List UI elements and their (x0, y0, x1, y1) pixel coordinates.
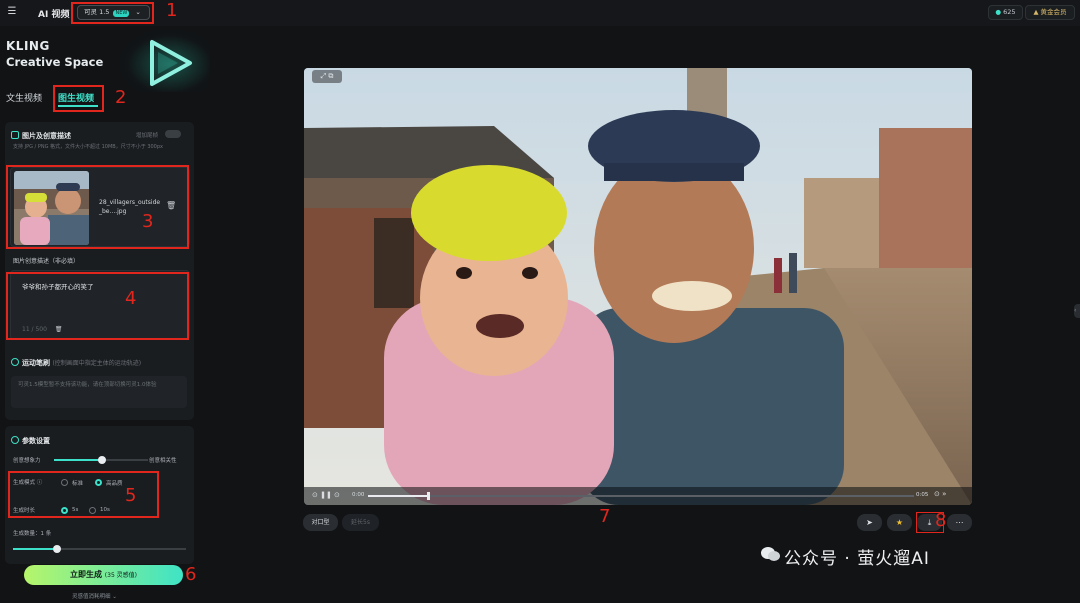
generate-label: 立即生成 (69, 570, 102, 579)
image-card: 图片及创意描述 增加尾帧 支持 JPG / PNG 格式，文件大小不超过 10M… (5, 122, 194, 370)
motion-disabled-note: 可灵1.5模型暂不支持该功能，请在顶部切换可灵1.0体验 (11, 376, 187, 408)
annotation-number-5: 5 (125, 485, 137, 506)
app-title: AI 视频 (38, 10, 70, 20)
brand-line-2: Creative Space (6, 55, 104, 69)
pause-icon[interactable]: ⊙ ❚❚ ⊙ (312, 491, 340, 499)
brand-line-1: KLING (6, 39, 50, 53)
share-icon[interactable]: ➤ (857, 514, 882, 531)
annotation-number-7: 7 (599, 506, 611, 527)
menu-icon[interactable]: ☰ (6, 6, 18, 18)
motion-title-text: 运动笔刷 (22, 359, 50, 367)
fullscreen-icon[interactable]: ⤢ ⧉ (312, 70, 342, 83)
star-icon[interactable]: ★ (887, 514, 912, 531)
annotation-number-3: 3 (142, 211, 154, 232)
annotation-number-6: 6 (185, 564, 197, 585)
top-bar (0, 0, 1080, 26)
lip-sync-button[interactable]: 对口型 (303, 514, 338, 531)
creativity-slider-handle[interactable] (98, 456, 106, 464)
end-frame-toggle[interactable] (165, 130, 181, 138)
image-icon (11, 131, 19, 139)
end-frame-label: 增加尾帧 (136, 133, 159, 139)
count-slider-handle[interactable] (53, 545, 61, 553)
annotation-box-2 (53, 85, 104, 112)
more-icon[interactable]: ⋯ (947, 514, 972, 531)
params-title: 参数设置 (22, 437, 50, 445)
count-slider[interactable] (13, 548, 186, 550)
player-controls: ⊙ ❚❚ ⊙ 0:00 0:05 ⊙ » (304, 487, 972, 505)
generate-button[interactable]: 立即生成 (35 灵感值) (24, 565, 183, 585)
time-total: 0:05 (916, 492, 929, 498)
progress-fill (368, 495, 429, 497)
settings-icon (11, 436, 19, 444)
member-badge[interactable]: ▲ 黄金会员 (1025, 5, 1075, 20)
annotation-box-3 (6, 165, 189, 249)
credits-badge[interactable]: ● 625 (988, 5, 1023, 20)
progress-track[interactable] (368, 495, 914, 497)
volume-icon[interactable]: ⊙ » (934, 490, 946, 498)
member-label: 黄金会员 (1040, 8, 1067, 16)
progress-handle[interactable] (427, 492, 431, 500)
extend-button[interactable]: 延长5s (342, 514, 379, 531)
relevance-label: 创意相关性 (149, 458, 177, 464)
video-frame-image (304, 68, 972, 505)
generate-cost: (35 灵感值) (104, 572, 138, 579)
settings-panel: 图片及创意描述 增加尾帧 支持 JPG / PNG 格式，文件大小不超过 10M… (5, 120, 195, 603)
crown-icon: ▲ (1033, 8, 1039, 16)
cost-detail-link[interactable]: 灵感值消耗明细 ⌄ (72, 592, 117, 600)
image-card-title: 图片及创意描述 (22, 132, 71, 140)
cost-link-text: 灵感值消耗明细 (72, 594, 111, 600)
watermark-label: 公众号 · 萤火遛AI (784, 549, 930, 569)
motion-brush-card: 运动笔刷 (控制画面中指定主体的运动轨迹) 可灵1.5模型暂不支持该功能，请在顶… (5, 346, 194, 420)
annotation-box-4 (6, 272, 189, 340)
kling-logo-icon (150, 40, 192, 86)
generate-cost-value: 35 灵感值 (107, 572, 135, 579)
creativity-label: 创意想象力 (13, 458, 41, 464)
drop-icon: ● (995, 8, 1002, 16)
annotation-number-4: 4 (125, 288, 137, 309)
description-label: 图片创意描述（非必填） (13, 258, 80, 265)
watermark-text: 公众号 · 萤火遛AI (784, 544, 930, 569)
count-label: 生成数量：1 条 (13, 531, 52, 537)
upload-hint: 支持 JPG / PNG 格式，文件大小不超过 10MB，尺寸不小于 300px (13, 144, 163, 150)
video-preview[interactable] (304, 68, 972, 505)
motion-brush-icon (11, 358, 19, 366)
annotation-box-1 (71, 2, 154, 24)
annotation-number-8: 8 (935, 510, 947, 531)
credits-value: 625 (1003, 8, 1016, 16)
side-collapse-handle[interactable]: ‹ (1074, 304, 1080, 318)
params-card: 参数设置 创意想象力 创意相关性 生成模式 ⓘ 标准 高品质 生成时长 5s 1… (5, 426, 194, 564)
annotation-number-1: 1 (166, 0, 178, 21)
tab-text-to-video[interactable]: 文生视频 (6, 91, 42, 104)
motion-subtitle: (控制画面中指定主体的运动轨迹) (52, 360, 142, 367)
time-current: 0:00 (352, 492, 365, 498)
motion-card-title: 运动笔刷 (控制画面中指定主体的运动轨迹) (22, 358, 141, 368)
annotation-number-2: 2 (115, 87, 127, 108)
wechat-icon (761, 547, 780, 561)
